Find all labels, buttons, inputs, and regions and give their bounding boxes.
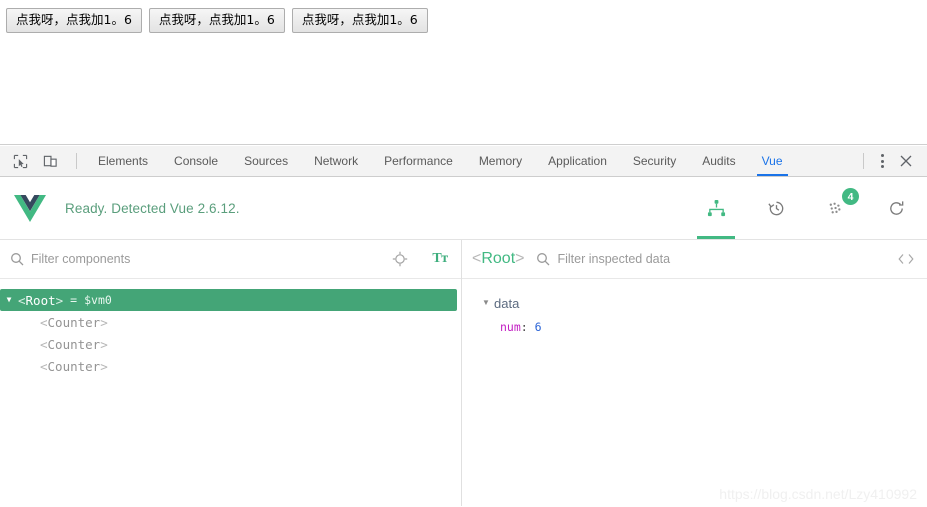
devtools-panel: Elements Console Sources Network Perform… [0, 146, 927, 507]
toolbar-right-divider [863, 153, 864, 169]
tab-vue[interactable]: Vue [749, 146, 796, 176]
tab-audits[interactable]: Audits [689, 146, 748, 176]
counter-close-angle-2: > [100, 336, 108, 352]
search-icon [10, 252, 25, 267]
filter-inspected-data-input[interactable] [557, 252, 887, 266]
counter-component-name-1: Counter [47, 314, 101, 330]
tab-application[interactable]: Application [535, 146, 620, 176]
data-group-title: data [494, 295, 520, 311]
root-assign-operator: = [70, 293, 78, 307]
counter-open-angle-2: < [40, 336, 48, 352]
device-toolbar-icon[interactable] [40, 151, 60, 171]
watermark-text: https://blog.csdn.net/Lzy410992 [719, 486, 917, 502]
filter-components-input[interactable] [31, 252, 381, 266]
tab-memory[interactable]: Memory [466, 146, 535, 176]
counter-close-angle-3: > [100, 358, 108, 374]
devtools-toolbar-right [863, 146, 927, 176]
devtools-tab-list: Elements Console Sources Network Perform… [85, 146, 796, 176]
devtools-close-icon[interactable] [893, 150, 919, 172]
counter-button-row: 点我呀，点我加1。6 点我呀，点我加1。6 点我呀，点我加1。6 [0, 0, 927, 33]
component-tree-pane: Tт ▼ < Root > = $vm0 < Counter > [0, 240, 462, 506]
inspected-close-angle: > [515, 250, 525, 267]
inspector-filter-bar: <Root> [462, 240, 927, 279]
counter-button-1[interactable]: 点我呀，点我加1。6 [6, 8, 142, 33]
counter-open-angle-1: < [40, 314, 48, 330]
inspected-component-label: <Root> [472, 250, 524, 268]
data-value-num[interactable]: 6 [535, 320, 542, 334]
inspector-pane: <Root> ▼ [462, 240, 927, 506]
tree-row-root[interactable]: ▼ < Root > = $vm0 [0, 289, 457, 311]
history-timeline-icon[interactable] [761, 177, 791, 239]
tab-security[interactable]: Security [620, 146, 689, 176]
inspector-filter-actions [897, 250, 915, 268]
root-component-name: Root [25, 292, 56, 308]
vuex-badge-count: 4 [842, 188, 859, 205]
counter-component-name-2: Counter [47, 336, 101, 352]
inspected-open-angle: < [472, 250, 482, 267]
data-group-header[interactable]: ▼ data [462, 293, 927, 313]
vue-logo-icon [13, 191, 47, 225]
toolbar-divider [76, 153, 77, 169]
vue-header-action-bar: 4 [697, 177, 911, 239]
tree-row-counter-2[interactable]: < Counter > [0, 333, 461, 355]
devtools-tool-icons [0, 151, 85, 171]
search-icon-inspector [536, 252, 551, 267]
inspected-component-name: Root [481, 250, 516, 267]
tab-elements[interactable]: Elements [85, 146, 161, 176]
counter-button-3[interactable]: 点我呀，点我加1。6 [291, 8, 428, 33]
counter-button-2[interactable]: 点我呀，点我加1。6 [148, 8, 285, 33]
components-filter-bar: Tт [0, 240, 461, 279]
tab-console[interactable]: Console [161, 146, 231, 176]
counter-open-angle-3: < [40, 358, 48, 374]
inspect-element-icon[interactable] [10, 151, 30, 171]
component-tree: ▼ < Root > = $vm0 < Counter > < Counter … [0, 279, 461, 377]
vue-status-text: Ready. Detected Vue 2.6.12. [65, 200, 240, 216]
caret-down-icon-data[interactable]: ▼ [478, 299, 494, 307]
devtools-more-options-icon[interactable] [871, 150, 893, 172]
caret-down-icon[interactable]: ▼ [0, 296, 18, 304]
tab-performance[interactable]: Performance [371, 146, 466, 176]
data-key-num: num [500, 320, 521, 334]
root-open-angle: < [18, 292, 26, 308]
tree-row-counter-1[interactable]: < Counter > [0, 311, 461, 333]
counter-component-name-3: Counter [47, 358, 101, 374]
root-vm-reference: $vm0 [84, 293, 112, 307]
vuex-dots-icon[interactable]: 4 [821, 177, 859, 239]
inspected-data-panel: ▼ data num: 6 [462, 279, 927, 340]
vue-devtools-header: Ready. Detected Vue 2.6.12. 4 [0, 177, 927, 240]
refresh-icon[interactable] [881, 177, 911, 239]
code-view-icon[interactable] [897, 250, 915, 268]
components-filter-actions: Tт [391, 250, 449, 268]
counter-close-angle-1: > [100, 314, 108, 330]
select-component-target-icon[interactable] [391, 250, 409, 268]
tab-network[interactable]: Network [301, 146, 371, 176]
devtools-toolbar: Elements Console Sources Network Perform… [0, 146, 927, 177]
tree-row-counter-3[interactable]: < Counter > [0, 355, 461, 377]
data-item-num[interactable]: num: 6 [462, 320, 927, 340]
root-close-angle: > [55, 292, 64, 308]
vue-devtools-body: Tт ▼ < Root > = $vm0 < Counter > [0, 240, 927, 506]
components-tree-icon[interactable] [697, 177, 735, 239]
tab-sources[interactable]: Sources [231, 146, 301, 176]
data-colon-num: : [520, 320, 528, 334]
web-page-viewport: 点我呀，点我加1。6 点我呀，点我加1。6 点我呀，点我加1。6 [0, 0, 927, 145]
font-size-icon[interactable]: Tт [431, 250, 449, 268]
